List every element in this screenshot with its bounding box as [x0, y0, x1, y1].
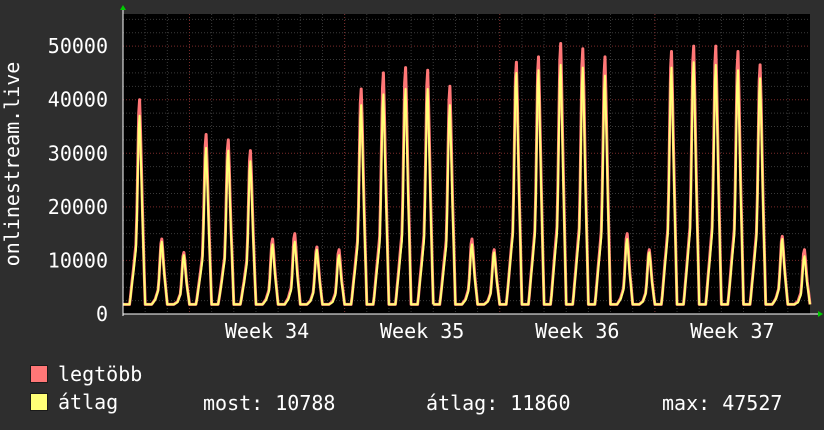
stat-current: most: 10788: [203, 391, 336, 415]
legend-swatch-max: [30, 365, 48, 383]
y-tick-label: 10000: [48, 248, 108, 272]
y-tick-label: 0: [96, 302, 108, 326]
y-tick-label: 30000: [48, 141, 108, 165]
x-tick-labels: Week 34 Week 35 Week 36 Week 37: [225, 319, 775, 343]
y-tick-labels: 0 10000 20000 30000 40000 50000: [48, 34, 108, 326]
y-tick-label: 50000: [48, 34, 108, 58]
stat-maximum: max: 47527: [662, 391, 783, 415]
y-axis-arrow: [120, 5, 126, 10]
legend-swatch-avg: [30, 393, 48, 411]
legend-label-avg: átlag: [58, 390, 119, 414]
y-tick-label: 20000: [48, 195, 108, 219]
y-tick-label: 40000: [48, 88, 108, 112]
legend-item-max: legtöbb: [30, 362, 143, 386]
x-tick-label: Week 36: [535, 319, 619, 343]
x-tick-label: Week 37: [690, 319, 774, 343]
legend-item-avg: átlag: [30, 390, 119, 414]
stat-average: átlag: 11860: [426, 391, 571, 415]
legend-label-max: legtöbb: [58, 362, 143, 386]
x-tick-label: Week 35: [380, 319, 464, 343]
y-axis-label: onlinestream.live: [0, 62, 24, 267]
x-axis-arrow: [818, 311, 823, 317]
x-tick-label: Week 34: [225, 319, 309, 343]
chart-stage: 0 10000 20000 30000 40000 50000 Week 34 Week 3…: [0, 0, 824, 430]
